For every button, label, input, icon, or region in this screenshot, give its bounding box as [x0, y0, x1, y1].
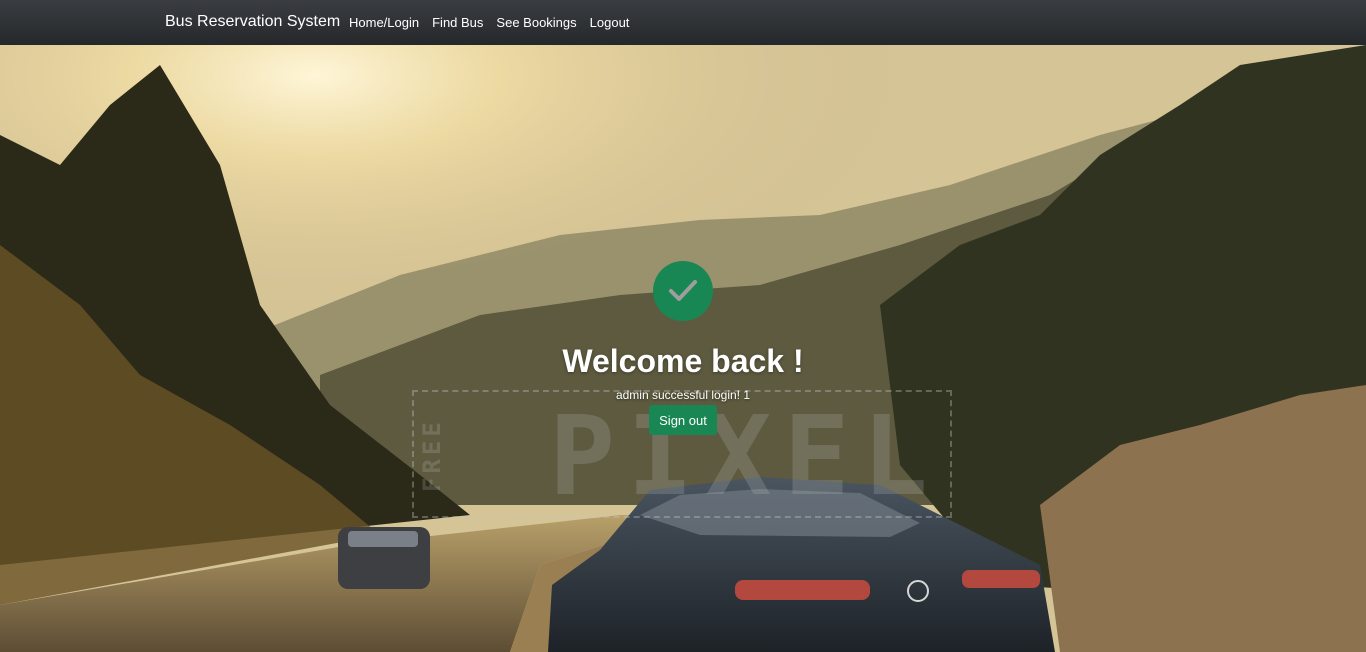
nav-link-find-bus[interactable]: Find Bus: [432, 15, 483, 30]
sign-out-button[interactable]: Sign out: [649, 405, 717, 435]
nav-link-logout[interactable]: Logout: [590, 15, 630, 30]
nav-links: Home/Login Find Bus See Bookings Logout: [349, 15, 629, 30]
nav-link-see-bookings[interactable]: See Bookings: [496, 15, 576, 30]
nav-link-home-login[interactable]: Home/Login: [349, 15, 419, 30]
check-icon: [669, 280, 697, 301]
watermark-small-text: FREE: [418, 418, 446, 492]
navbar-brand[interactable]: Bus Reservation System: [165, 13, 340, 31]
top-navbar: Bus Reservation System Home/Login Find B…: [0, 0, 1366, 45]
success-check-icon: [653, 261, 713, 321]
login-status-message: admin successful login! 1: [615, 388, 751, 402]
watermark-text: PIXEL: [548, 392, 940, 518]
welcome-heading: Welcome back !: [562, 343, 804, 379]
main-content: FREE PIXEL Welcome back ! admin successf…: [0, 45, 1366, 652]
